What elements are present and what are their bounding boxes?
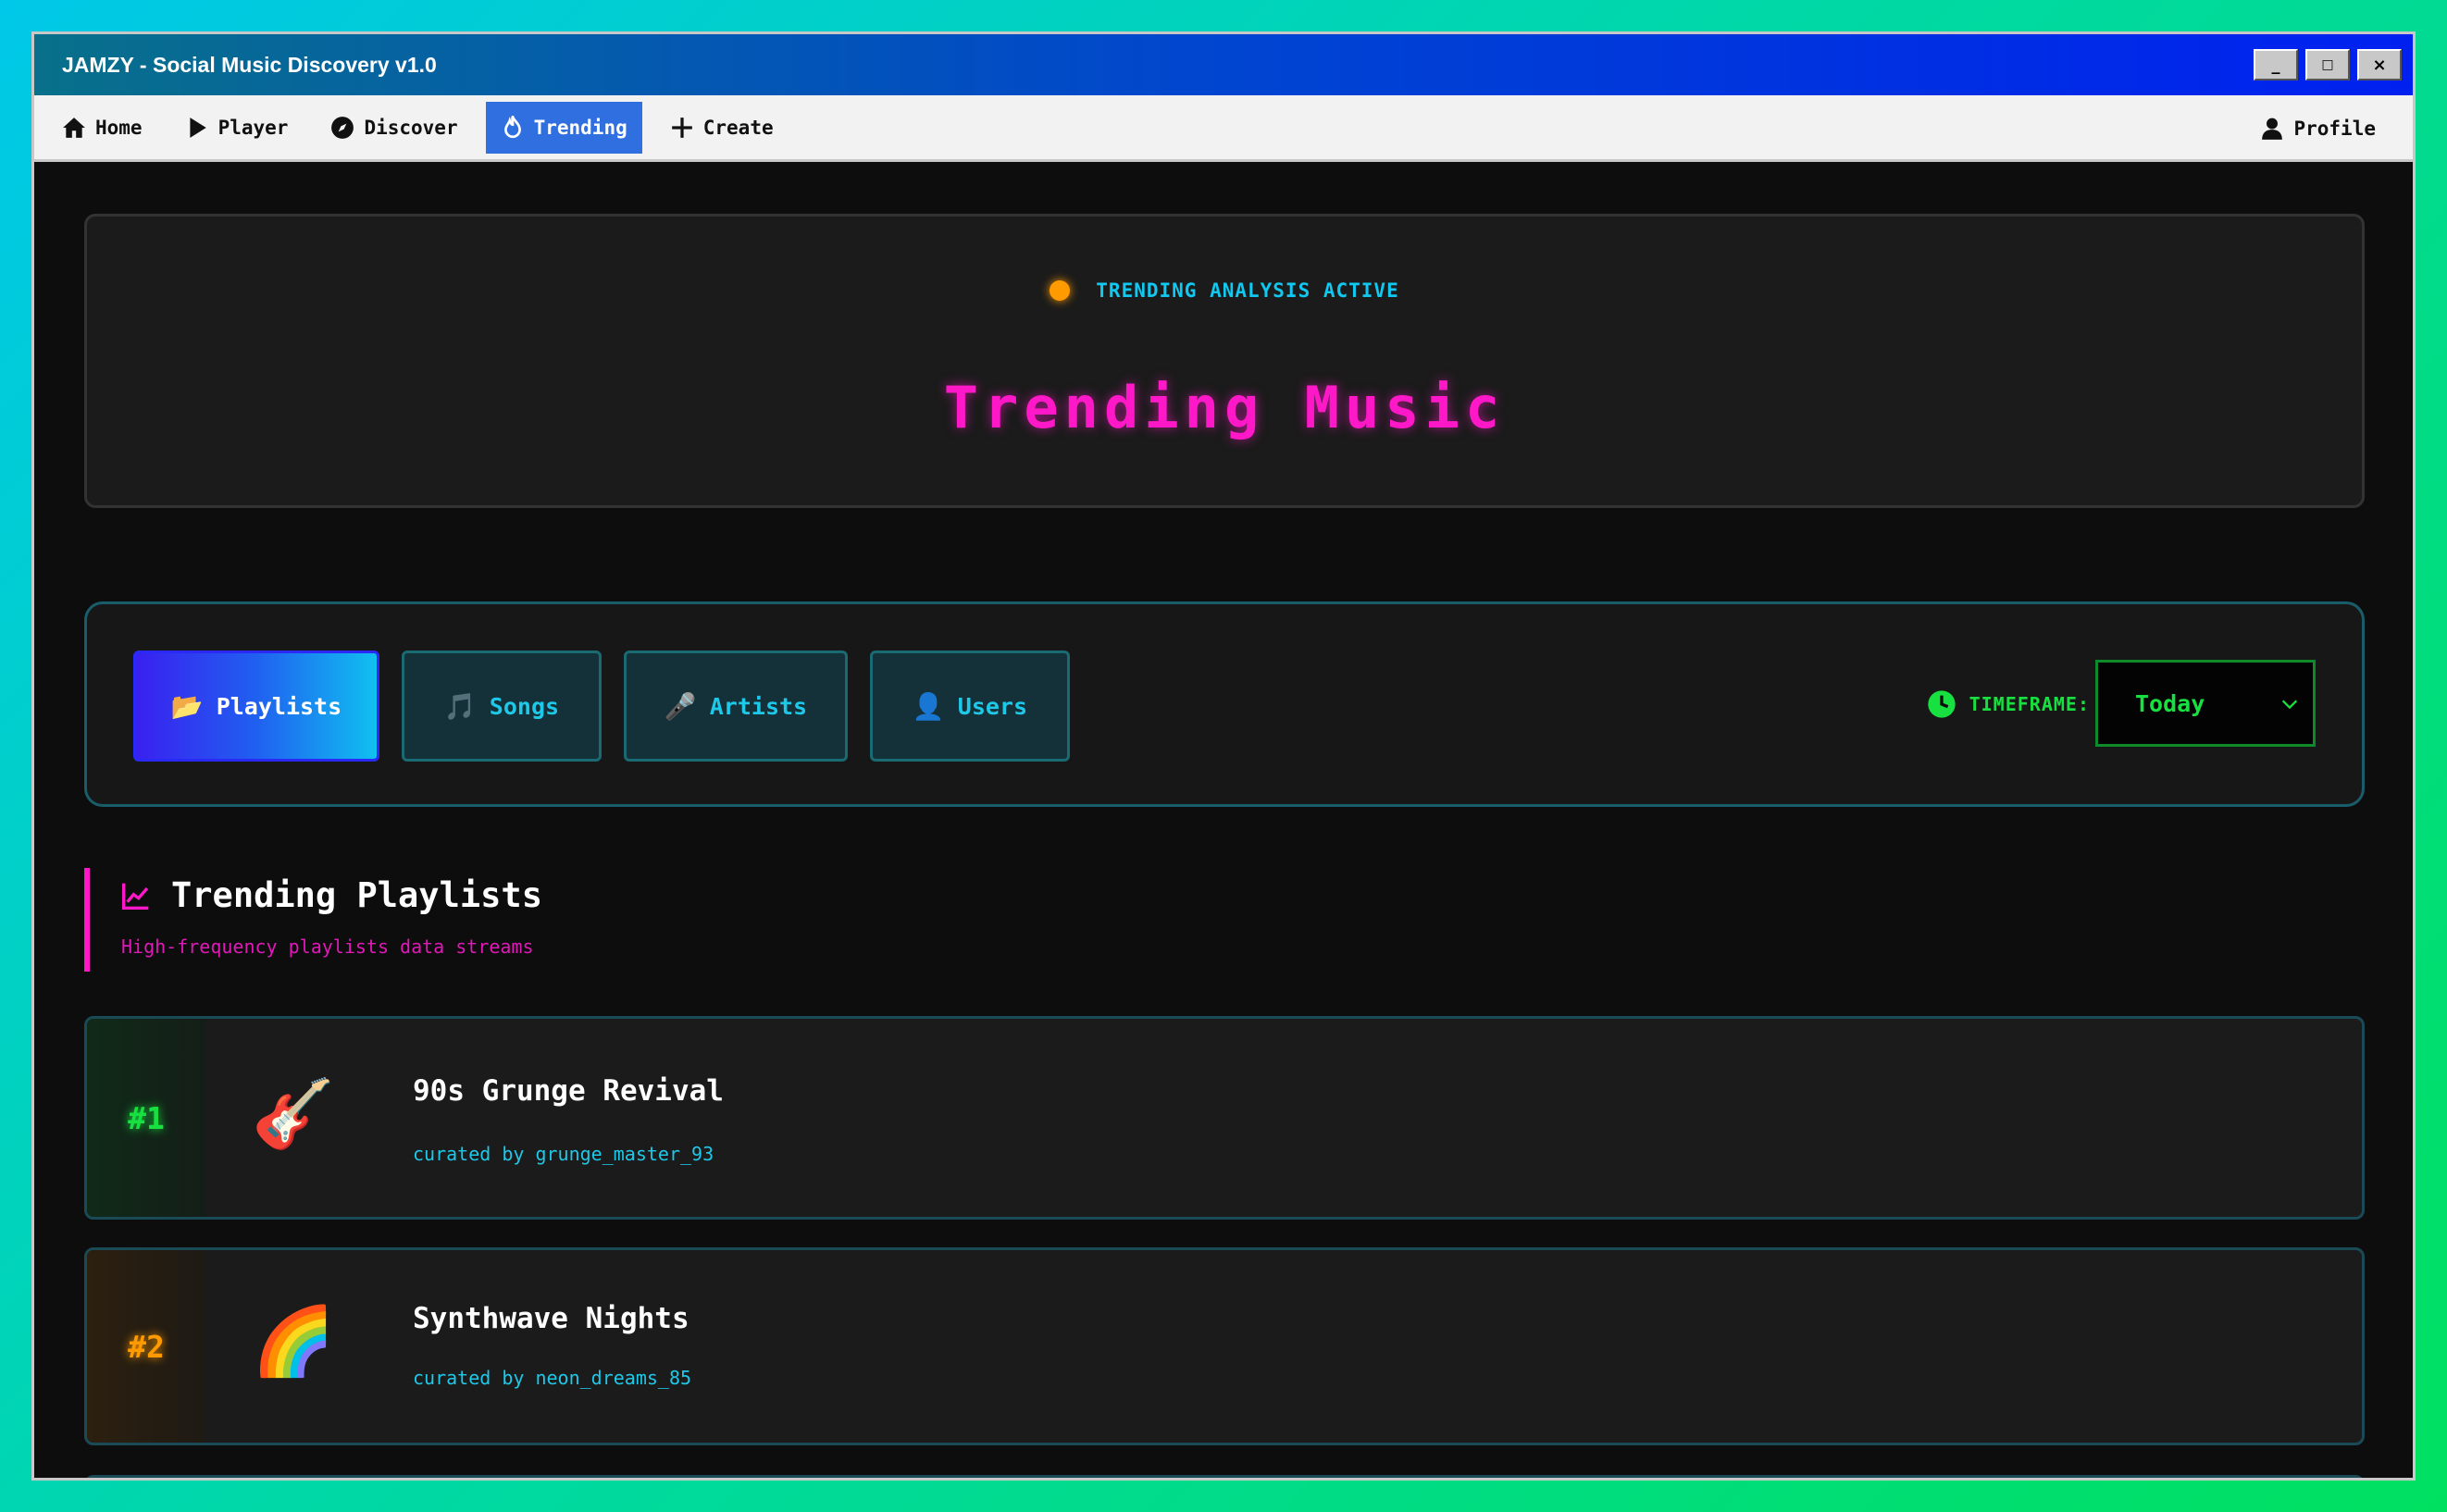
rank-badge: #1 [87,1019,205,1217]
status-text: TRENDING ANALYSIS ACTIVE [1096,279,1399,302]
minimize-icon: _ [2271,55,2280,75]
close-icon: × [2372,55,2387,75]
nav-trending-label: Trending [533,116,627,139]
tab-users[interactable]: 👤 Users [870,651,1070,762]
section-subtitle: High-frequency playlists data streams [121,936,534,958]
playlist-curator[interactable]: curated by grunge_master_93 [413,1143,714,1165]
page-title: Trending Music [943,374,1506,441]
play-icon [189,117,206,138]
maximize-button[interactable]: □ [2305,49,2350,81]
maximize-icon: □ [2321,57,2334,72]
filter-panel: 📂 Playlists 🎵 Songs 🎤 Artists 👤 Users TI… [84,601,2365,807]
nav-discover-label: Discover [364,116,458,139]
tab-playlists-label: Playlists [216,692,342,720]
main-content: TRENDING ANALYSIS ACTIVE Trending Music … [34,165,2413,1478]
playlist-card[interactable]: #2 🌈 Synthwave Nights curated by neon_dr… [84,1247,2365,1445]
timeframe-label-group: TIMEFRAME: [1927,689,2090,719]
nav-player-label: Player [217,116,289,139]
plus-icon [671,117,692,138]
window-title: JAMZY - Social Music Discovery v1.0 [62,52,437,77]
rank-badge-partial [87,1478,205,1481]
app-window: JAMZY - Social Music Discovery v1.0 _ □ … [31,31,2416,1481]
nav-create-label: Create [702,116,774,139]
title-bar[interactable]: JAMZY - Social Music Discovery v1.0 _ □ … [34,34,2413,95]
hero-banner: TRENDING ANALYSIS ACTIVE Trending Music [84,214,2365,508]
chevron-down-icon [2281,700,2298,710]
timeframe-value: Today [2135,689,2205,717]
playlist-card[interactable]: #1 🎸 90s Grunge Revival curated by grung… [84,1016,2365,1220]
nav-create[interactable]: Create [655,102,789,154]
status-indicator: TRENDING ANALYSIS ACTIVE [87,279,2362,302]
trend-chart-icon [122,883,149,910]
user-silhouette-icon: 👤 [912,690,945,722]
flame-icon [503,115,521,138]
timeframe-label: TIMEFRAME: [1969,693,2090,715]
status-dot-icon [1050,280,1071,301]
home-icon [63,117,85,138]
tab-songs[interactable]: 🎵 Songs [402,651,602,762]
playlist-name[interactable]: 90s Grunge Revival [413,1074,724,1108]
section-title: Trending Playlists [171,875,542,915]
guitar-icon: 🎸 [252,1074,335,1152]
user-icon [2262,118,2283,140]
music-note-icon: 🎵 [443,690,477,722]
nav-home-label: Home [95,116,143,139]
folder-icon: 📂 [170,690,204,722]
close-button[interactable]: × [2357,49,2402,81]
nav-bar: Home Player Discover Trending Create Pro… [34,95,2413,162]
timeframe-select[interactable]: Today [2095,660,2316,747]
nav-discover[interactable]: Discover [316,102,472,154]
clock-icon [1927,690,1956,718]
window-controls: _ □ × [2254,49,2402,81]
rank-badge: #2 [87,1250,205,1443]
rainbow-icon: 🌈 [252,1302,335,1380]
playlist-curator[interactable]: curated by neon_dreams_85 [413,1367,691,1389]
nav-trending[interactable]: Trending [485,101,642,154]
playlist-name[interactable]: Synthwave Nights [413,1302,689,1335]
section-header: Trending Playlists High-frequency playli… [84,868,542,972]
tab-users-label: Users [957,692,1028,720]
minimize-button[interactable]: _ [2254,49,2298,81]
tab-playlists[interactable]: 📂 Playlists [133,651,379,762]
microphone-icon: 🎤 [664,690,697,722]
tab-artists[interactable]: 🎤 Artists [624,651,848,762]
tab-artists-label: Artists [709,692,808,720]
nav-profile-label: Profile [2293,118,2376,140]
nav-profile[interactable]: Profile [2245,103,2391,155]
nav-home[interactable]: Home [47,102,157,154]
tab-songs-label: Songs [489,692,560,720]
compass-icon [331,116,354,139]
section-title-row: Trending Playlists [121,875,542,915]
playlist-card-partial[interactable] [84,1475,2365,1481]
nav-player[interactable]: Player [170,102,304,154]
